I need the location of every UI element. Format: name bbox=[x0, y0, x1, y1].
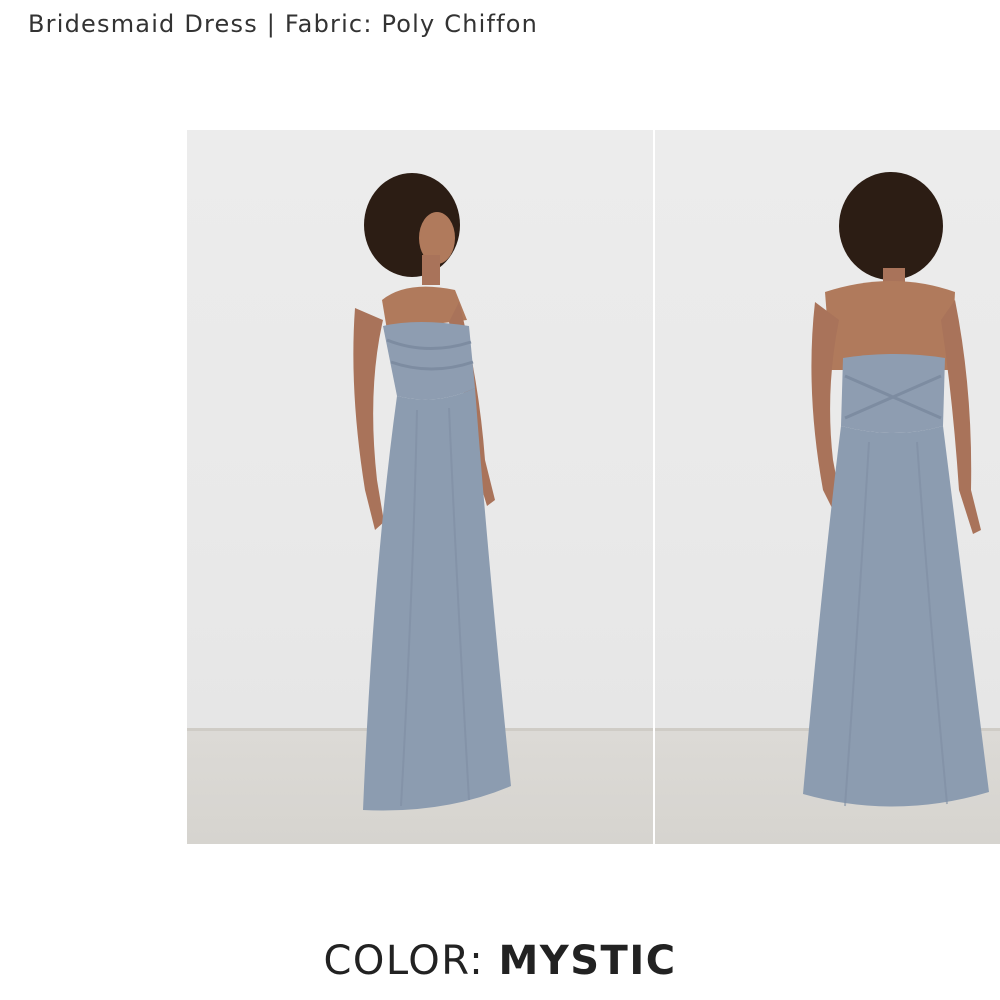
front-view-illustration bbox=[187, 173, 653, 811]
dress-bodice bbox=[383, 322, 475, 400]
color-selector: COLOR: MYSTIC bbox=[0, 938, 1000, 984]
dress-bodice bbox=[841, 354, 945, 433]
product-title: Bridesmaid Dress | Fabric: Poly Chiffon bbox=[28, 10, 539, 38]
product-image-back[interactable] bbox=[655, 130, 1000, 844]
hair bbox=[839, 172, 943, 280]
left-arm bbox=[353, 308, 384, 530]
color-label: COLOR: bbox=[323, 938, 485, 984]
dress-skirt bbox=[363, 388, 511, 811]
product-image-front[interactable] bbox=[187, 130, 653, 844]
product-gallery bbox=[187, 130, 1000, 844]
back-view-illustration bbox=[655, 172, 1000, 807]
neck bbox=[422, 255, 440, 285]
product-page: Bridesmaid Dress | Fabric: Poly Chiffon bbox=[0, 0, 1000, 1000]
color-value: MYSTIC bbox=[498, 938, 677, 984]
